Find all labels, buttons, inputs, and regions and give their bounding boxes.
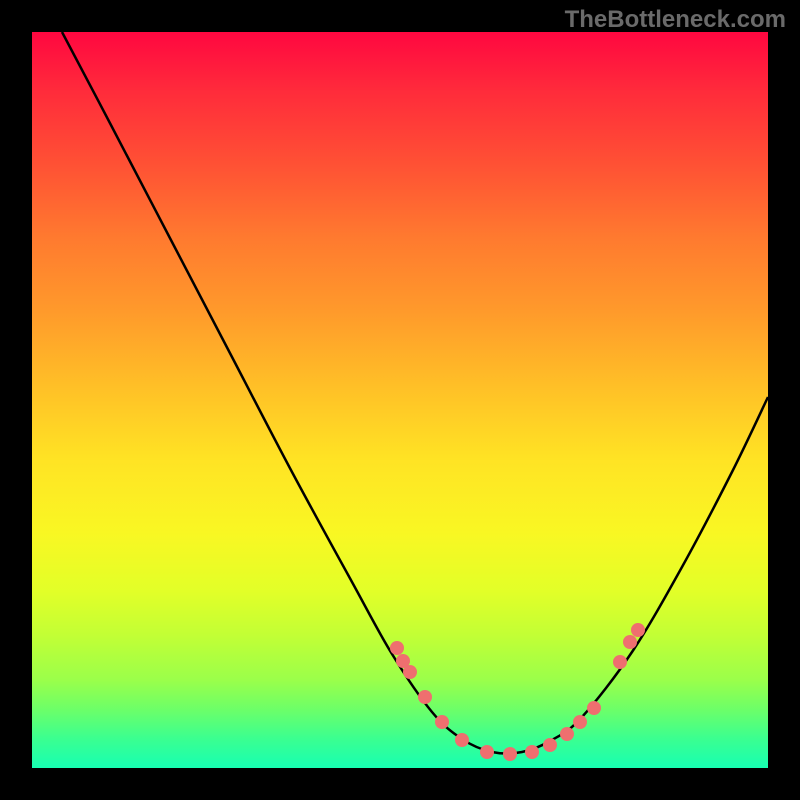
highlight-dot — [543, 738, 557, 752]
plot-area — [32, 32, 768, 768]
highlight-dot — [390, 641, 404, 655]
highlight-dot — [525, 745, 539, 759]
highlight-dot — [573, 715, 587, 729]
highlight-dot — [455, 733, 469, 747]
highlight-dot — [631, 623, 645, 637]
dots-layer — [32, 32, 768, 768]
highlight-dot — [623, 635, 637, 649]
highlight-dot — [418, 690, 432, 704]
watermark-text: TheBottleneck.com — [565, 6, 786, 34]
highlight-dot — [503, 747, 517, 761]
highlight-dot — [587, 701, 601, 715]
highlight-dots — [390, 623, 645, 761]
highlight-dot — [435, 715, 449, 729]
highlight-dot — [613, 655, 627, 669]
highlight-dot — [480, 745, 494, 759]
highlight-dot — [403, 665, 417, 679]
highlight-dot — [560, 727, 574, 741]
